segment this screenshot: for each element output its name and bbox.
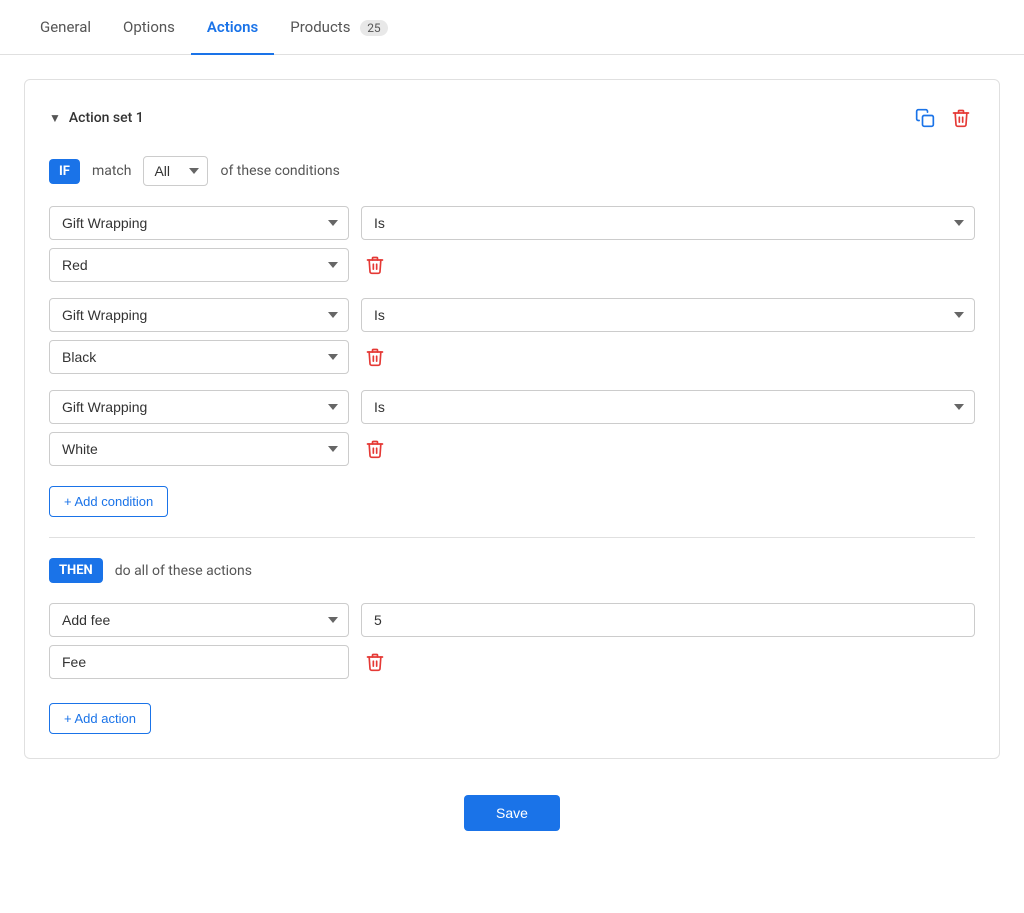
condition-3-field-select[interactable]: Gift Wrapping Price Quantity Category — [49, 390, 349, 424]
add-condition-button[interactable]: + Add condition — [49, 486, 168, 517]
condition-1-value-select[interactable]: Red Black White Blue — [49, 248, 349, 282]
condition-block-2: Gift Wrapping Price Quantity Category Is… — [49, 298, 975, 374]
action-1-amount-col — [361, 603, 975, 637]
condition-1-operator-col: Is Is not Contains Greater than Less tha… — [361, 206, 975, 240]
tabs-navigation: General Options Actions Products 25 — [0, 0, 1024, 55]
condition-row-2-fields: Gift Wrapping Price Quantity Category Is… — [49, 298, 975, 332]
condition-2-value-select[interactable]: Black Red White Blue — [49, 340, 349, 374]
action-1-type-select[interactable]: Add fee Discount Hide Show — [49, 603, 349, 637]
action-set-title: ▼ Action set 1 — [49, 110, 144, 126]
products-badge: 25 — [360, 20, 388, 36]
tab-options[interactable]: Options — [107, 0, 191, 54]
condition-row-3-value: White Red Black Blue — [49, 432, 975, 466]
condition-1-value-col: Red Black White Blue — [49, 248, 349, 282]
action-block-1: Add fee Discount Hide Show — [49, 603, 975, 679]
match-select[interactable]: All Any — [143, 156, 208, 186]
condition-3-operator-select[interactable]: Is Is not Contains Greater than Less tha… — [361, 390, 975, 424]
action-1-type-col: Add fee Discount Hide Show — [49, 603, 349, 637]
add-action-button[interactable]: + Add action — [49, 703, 151, 734]
match-label: match — [92, 163, 132, 179]
tab-general[interactable]: General — [24, 0, 107, 54]
copy-action-set-button[interactable] — [911, 104, 939, 132]
condition-2-field-col: Gift Wrapping Price Quantity Category — [49, 298, 349, 332]
action-row-1-label — [49, 645, 975, 679]
action-1-amount-input[interactable] — [361, 603, 975, 637]
delete-condition-3-button[interactable] — [361, 435, 389, 463]
main-content: ▼ Action set 1 — [0, 55, 1024, 875]
condition-3-operator-col: Is Is not Contains Greater than Less tha… — [361, 390, 975, 424]
condition-1-operator-select[interactable]: Is Is not Contains Greater than Less tha… — [361, 206, 975, 240]
then-badge: THEN — [49, 558, 103, 583]
if-section-header: IF match All Any of these conditions — [49, 156, 975, 186]
if-badge: IF — [49, 159, 80, 184]
tab-products[interactable]: Products 25 — [274, 0, 403, 54]
condition-3-value-col: White Red Black Blue — [49, 432, 349, 466]
condition-block-3: Gift Wrapping Price Quantity Category Is… — [49, 390, 975, 466]
condition-row-1-fields: Gift Wrapping Price Quantity Category Is… — [49, 206, 975, 240]
condition-row-3-fields: Gift Wrapping Price Quantity Category Is… — [49, 390, 975, 424]
then-section-header: THEN do all of these actions — [49, 558, 975, 583]
action-1-label-col — [49, 645, 349, 679]
condition-2-operator-select[interactable]: Is Is not Contains Greater than Less tha… — [361, 298, 975, 332]
action-set-title-text: Action set 1 — [69, 110, 144, 126]
condition-2-operator-col: Is Is not Contains Greater than Less tha… — [361, 298, 975, 332]
condition-3-value-select[interactable]: White Red Black Blue — [49, 432, 349, 466]
of-these-conditions-label: of these conditions — [220, 163, 339, 179]
tab-actions[interactable]: Actions — [191, 0, 274, 54]
save-area: Save — [24, 775, 1000, 851]
chevron-icon: ▼ — [49, 111, 61, 125]
save-button[interactable]: Save — [464, 795, 560, 831]
condition-row-1-value: Red Black White Blue — [49, 248, 975, 282]
delete-condition-2-button[interactable] — [361, 343, 389, 371]
condition-2-field-select[interactable]: Gift Wrapping Price Quantity Category — [49, 298, 349, 332]
action-1-label-input[interactable] — [49, 645, 349, 679]
action-set-header: ▼ Action set 1 — [49, 104, 975, 132]
condition-3-field-col: Gift Wrapping Price Quantity Category — [49, 390, 349, 424]
delete-action-set-button[interactable] — [947, 104, 975, 132]
action-set-controls — [911, 104, 975, 132]
action-row-1-type: Add fee Discount Hide Show — [49, 603, 975, 637]
action-set-card: ▼ Action set 1 — [24, 79, 1000, 759]
condition-block-1: Gift Wrapping Price Quantity Category Is… — [49, 206, 975, 282]
condition-1-field-col: Gift Wrapping Price Quantity Category — [49, 206, 349, 240]
condition-2-value-col: Black Red White Blue — [49, 340, 349, 374]
condition-1-field-select[interactable]: Gift Wrapping Price Quantity Category — [49, 206, 349, 240]
delete-condition-1-button[interactable] — [361, 251, 389, 279]
delete-action-1-button[interactable] — [361, 648, 389, 676]
section-divider — [49, 537, 975, 538]
condition-row-2-value: Black Red White Blue — [49, 340, 975, 374]
do-all-actions-label: do all of these actions — [115, 563, 252, 579]
